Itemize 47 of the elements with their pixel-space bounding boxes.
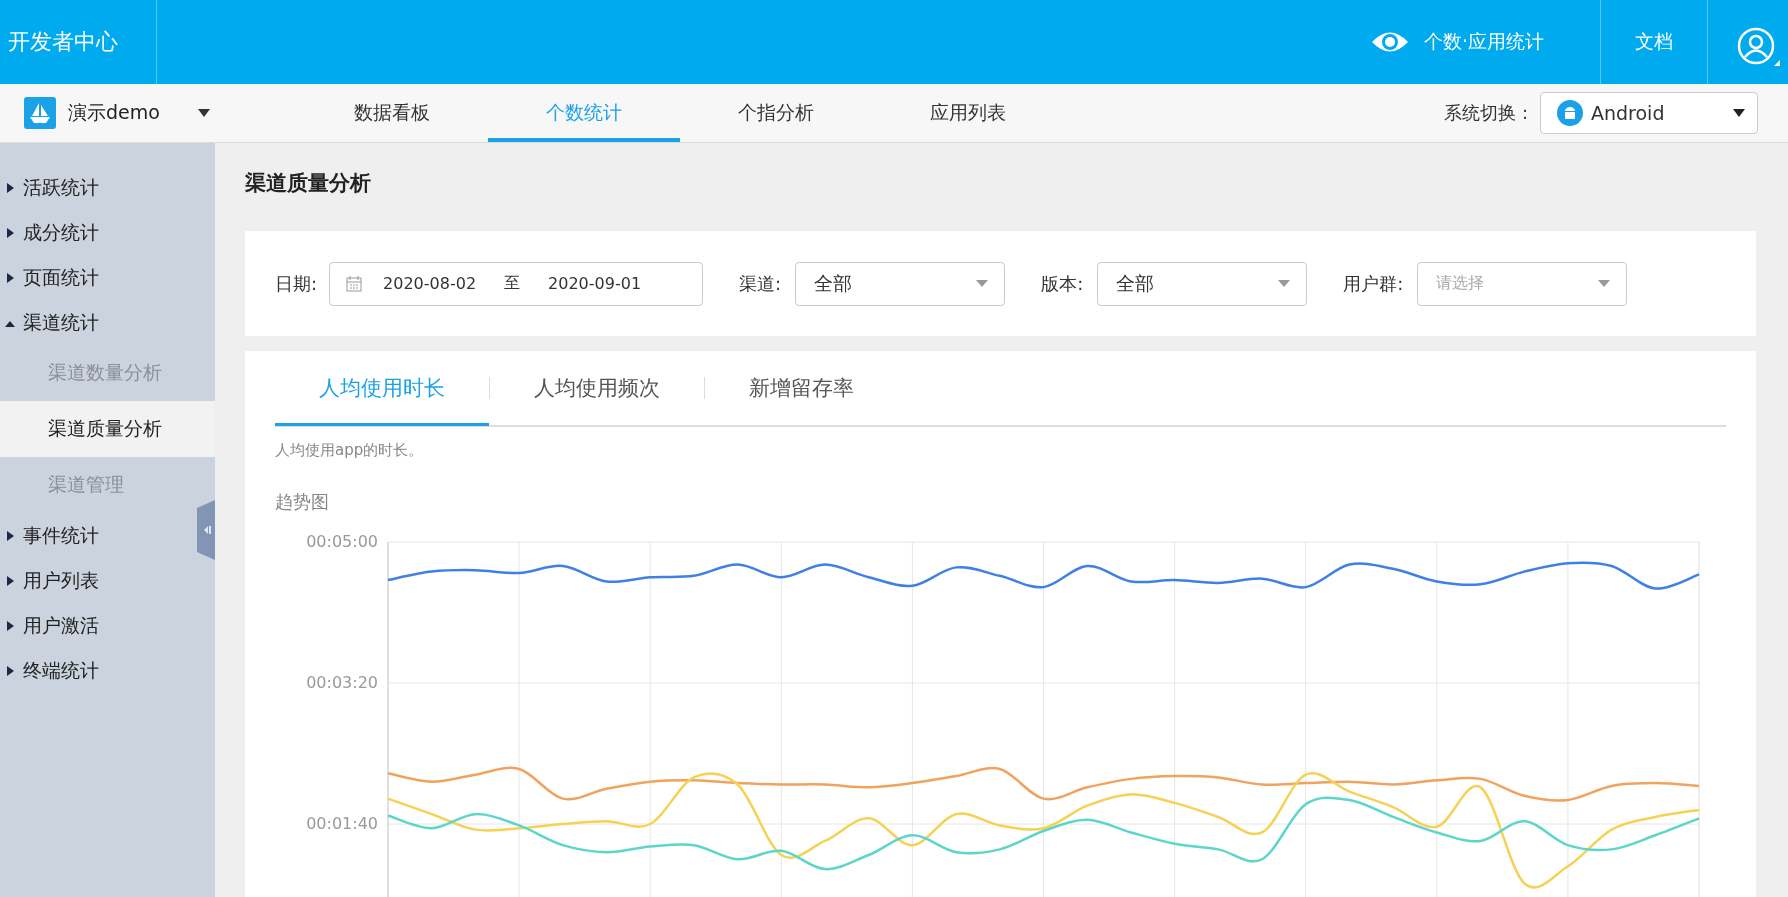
caret-down-icon: [1278, 280, 1291, 287]
caret-right-icon: [5, 272, 15, 283]
nav-tab[interactable]: 应用列表: [872, 84, 1064, 142]
android-icon: [1557, 100, 1583, 126]
sidebar-subitem[interactable]: 渠道质量分析: [0, 401, 215, 457]
metric-tab[interactable]: 新增留存率: [705, 352, 898, 426]
collapse-handle-icon[interactable]: [197, 500, 215, 560]
filter-label: 版本:: [1041, 271, 1084, 296]
caret-down-icon: [976, 280, 989, 287]
sidebar-item[interactable]: 事件统计: [0, 513, 99, 558]
page-title: 渠道质量分析: [245, 170, 372, 197]
metric-description: 人均使用app的时长。: [275, 441, 425, 460]
system-select[interactable]: Android: [1540, 92, 1758, 134]
caret-down-icon: [1598, 280, 1611, 287]
sidebar-item[interactable]: 用户激活: [0, 603, 99, 648]
nav-tab[interactable]: 个指分析: [680, 84, 872, 142]
caret-right-icon: [5, 665, 15, 676]
dropdown-select[interactable]: 全部: [795, 261, 1006, 306]
y-axis-label: 00:03:20: [306, 673, 378, 692]
y-axis-label: 00:01:40: [306, 814, 378, 833]
ship-logo-icon: [24, 97, 56, 129]
date-range-field[interactable]: 2020-08-02 至 2020-09-01: [329, 261, 704, 306]
app-selector[interactable]: 演示demo: [0, 84, 216, 142]
date-label: 日期:: [275, 271, 318, 296]
nav-tab[interactable]: 数据看板: [296, 84, 488, 142]
caret-down-icon: [197, 109, 210, 117]
sidebar-item[interactable]: 渠道统计: [0, 300, 99, 345]
y-axis-label: 00:05:00: [306, 532, 378, 551]
caret-right-icon: [5, 227, 15, 238]
caret-right-icon: [5, 182, 15, 193]
calendar-icon: [346, 275, 363, 292]
chart-title: 趋势图: [275, 490, 330, 514]
caret-right-icon: [5, 530, 15, 541]
sidebar-item[interactable]: 用户列表: [0, 558, 99, 603]
filter-label: 渠道:: [739, 271, 782, 296]
metric-tab[interactable]: 人均使用频次: [490, 352, 704, 426]
caret-right-icon: [5, 575, 15, 586]
dropdown-select[interactable]: 全部: [1097, 261, 1308, 306]
sidebar-item[interactable]: 页面统计: [0, 255, 99, 300]
caret-right-icon: [5, 620, 15, 631]
user-avatar-icon[interactable]: [1736, 26, 1780, 66]
sidebar-item[interactable]: 终端统计: [0, 648, 99, 693]
sidebar-item[interactable]: 活跃统计: [0, 165, 99, 210]
filter-label: 用户群:: [1343, 271, 1404, 296]
sidebar-item[interactable]: 成分统计: [0, 210, 99, 255]
caret-down-icon: [1733, 109, 1745, 117]
system-switch-label: 系统切换 :: [1444, 101, 1528, 125]
